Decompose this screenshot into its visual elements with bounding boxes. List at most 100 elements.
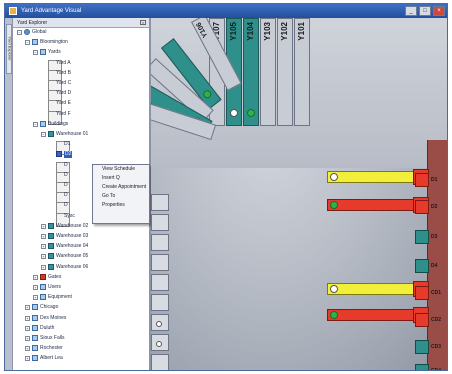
trailer[interactable]	[327, 199, 415, 211]
context-menu-item[interactable]: View Schedule	[93, 165, 149, 174]
dock-door[interactable]	[415, 286, 429, 300]
collapse-icon[interactable]: −	[41, 132, 46, 137]
tree-item[interactable]: D1	[13, 141, 149, 156]
tree-item[interactable]: D2	[13, 151, 149, 159]
expand-icon[interactable]: +	[25, 325, 30, 331]
window-title: Yard Advantage Visual	[21, 8, 82, 14]
tab-yard-explorer[interactable]: Yard Explorer	[6, 24, 13, 74]
tree-item-label: Chicago	[40, 304, 59, 311]
parking-slot[interactable]	[151, 194, 169, 211]
minimize-button[interactable]: _	[405, 6, 417, 16]
expand-icon[interactable]: +	[33, 285, 38, 290]
parking-slot[interactable]	[151, 314, 169, 331]
parking-slot[interactable]	[151, 294, 169, 311]
title-bar[interactable]: Yard Advantage Visual _ □ ×	[5, 4, 447, 18]
yard-slot-label: Y104	[246, 22, 255, 41]
tree-item[interactable]: − Bloomington	[13, 39, 149, 46]
expand-icon[interactable]: +	[41, 264, 46, 270]
dock-door[interactable]	[415, 173, 429, 187]
folder-icon	[32, 324, 38, 331]
dock-door[interactable]	[415, 313, 429, 327]
panel-title: Yard Explorer	[17, 20, 48, 26]
tree-item-label: Warehouse 05	[56, 253, 89, 260]
tree-item[interactable]: − Global	[13, 29, 149, 36]
tree-item[interactable]: + Duluth	[13, 324, 149, 332]
tree-item[interactable]: Yard F	[13, 110, 149, 125]
parking-slot[interactable]	[151, 254, 169, 271]
folder-icon	[40, 273, 46, 280]
collapse-icon[interactable]: −	[25, 40, 30, 46]
collapse-icon[interactable]: −	[33, 121, 38, 127]
dock-door[interactable]	[415, 200, 429, 214]
tree-item[interactable]: + Warehouse 05	[13, 253, 149, 260]
tree-item[interactable]: + Warehouse 06	[13, 263, 149, 271]
dock-door[interactable]	[415, 340, 429, 354]
expand-icon[interactable]: +	[41, 223, 46, 229]
dock-door-label: D1	[431, 177, 438, 183]
tree-item[interactable]: + Equipment	[13, 294, 149, 301]
side-tab-strip: Yard Explorer	[5, 18, 13, 370]
context-menu-item[interactable]: Insert Q	[93, 174, 149, 183]
tree-item[interactable]: + Users	[13, 284, 149, 291]
tree-item[interactable]: + Albert Lea	[13, 355, 149, 362]
parking-slot[interactable]	[151, 214, 169, 231]
yard-map-canvas[interactable]: Y107 Y105 Y104 Y103 Y102 Y101 Y106 D1 D2 D3 D4 CD1 C…	[151, 18, 447, 371]
expand-icon[interactable]: +	[25, 356, 30, 362]
trailer-marker-icon	[156, 321, 162, 327]
tree-item[interactable]: Yard B	[13, 69, 149, 84]
yard-slot[interactable]: Y103	[260, 18, 276, 126]
expand-icon[interactable]: +	[25, 315, 30, 321]
expand-icon[interactable]: +	[25, 336, 30, 341]
tree-item-label: Yard C	[56, 80, 72, 86]
tree-item[interactable]: Yard D	[13, 90, 149, 105]
parking-slot[interactable]	[151, 334, 169, 351]
expand-icon[interactable]: +	[41, 254, 46, 260]
context-menu-item[interactable]: Go To	[93, 192, 149, 201]
trailer[interactable]	[327, 309, 415, 321]
yard-slot[interactable]: Y101	[294, 18, 310, 126]
maximize-button[interactable]: □	[419, 6, 431, 16]
trailer[interactable]	[327, 283, 415, 295]
tree-item[interactable]: − Buildings	[13, 120, 149, 128]
expand-icon[interactable]: +	[33, 295, 38, 301]
expand-icon[interactable]: +	[33, 274, 38, 280]
dock-door[interactable]	[415, 230, 429, 244]
warehouse-icon	[48, 243, 54, 250]
tree-item[interactable]: Yard E	[13, 100, 149, 115]
yard-slot[interactable]: Y104	[243, 18, 259, 126]
tree-item[interactable]: + Rochester	[13, 345, 149, 352]
parking-slot[interactable]	[151, 234, 169, 251]
tree-item-label: Global	[32, 29, 47, 35]
tree-item[interactable]: + Warehouse 04	[13, 243, 149, 250]
expand-icon[interactable]: +	[41, 234, 46, 239]
context-menu-item[interactable]: Properties	[93, 201, 149, 210]
parking-slot[interactable]	[151, 354, 169, 370]
tree-item-label: Equipment	[48, 294, 72, 301]
trailer-marker-icon	[230, 109, 238, 117]
parking-slot[interactable]	[151, 274, 169, 291]
tree-item[interactable]: − Yards	[13, 49, 149, 56]
tree-item[interactable]: Yard A	[13, 59, 149, 74]
expand-icon[interactable]: +	[41, 244, 46, 250]
dock-door[interactable]	[415, 364, 429, 370]
tree-item[interactable]: + Gates	[13, 273, 149, 281]
close-button[interactable]: ×	[433, 6, 445, 16]
dock-door[interactable]	[415, 259, 429, 273]
collapse-icon[interactable]: −	[17, 30, 22, 35]
tree-item-label: Des Moines	[40, 314, 67, 321]
context-menu-item[interactable]: Create Appointment	[93, 183, 149, 192]
tree-item[interactable]: + Warehouse 03	[13, 233, 149, 240]
tree-item[interactable]: − Warehouse 01	[13, 131, 149, 138]
pin-icon[interactable]: ×	[140, 20, 146, 25]
expand-icon[interactable]: +	[25, 346, 30, 352]
tree-item-label: D	[64, 161, 68, 168]
collapse-icon[interactable]: −	[33, 50, 38, 56]
tree-item[interactable]: + Sioux Falls	[13, 335, 149, 342]
dock-door-label: CD4	[431, 368, 442, 371]
tree-item[interactable]: + Des Moines	[13, 314, 149, 322]
trailer[interactable]	[327, 171, 415, 183]
yard-slot[interactable]: Y102	[277, 18, 293, 126]
tree-item[interactable]: + Chicago	[13, 304, 149, 311]
expand-icon[interactable]: +	[25, 305, 30, 311]
tree-item[interactable]: Yard C	[13, 80, 149, 94]
